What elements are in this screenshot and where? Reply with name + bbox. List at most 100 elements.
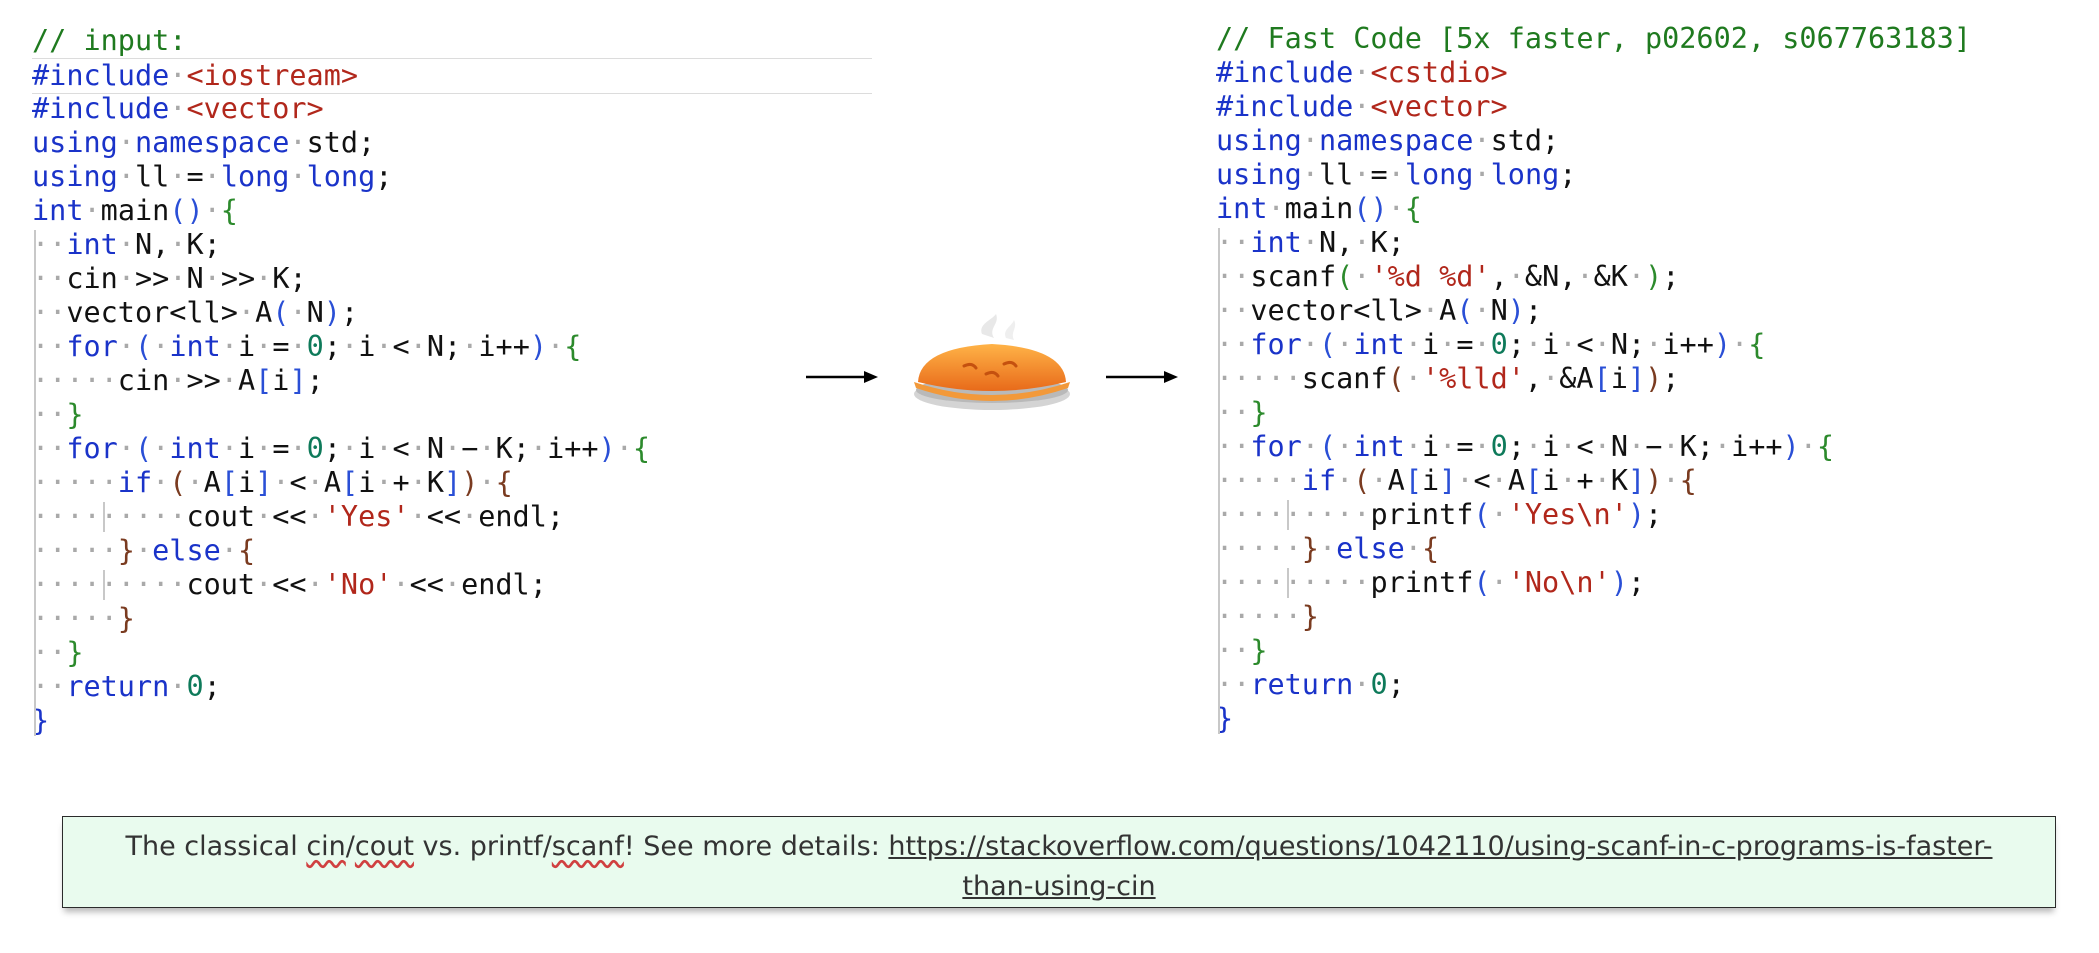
code-line: ··int·N,·K; — [1216, 226, 1405, 259]
code-token: #include — [1216, 56, 1354, 89]
code-line: ·····if·(·A[i]·<·A[i·+·K])·{ — [32, 466, 513, 499]
code-token: N, — [134, 228, 170, 261]
code-token: ; — [203, 670, 221, 703]
code-line: ··vector<ll>·A(·N); — [32, 296, 359, 329]
code-token: using — [32, 126, 118, 159]
code-token: i — [237, 330, 256, 363]
code-token: long — [220, 160, 290, 193]
code-token: < — [1576, 430, 1594, 463]
code-token: A — [1439, 294, 1457, 327]
code-token: for — [66, 330, 118, 363]
code-token: ) — [1645, 260, 1663, 293]
code-token: long — [306, 160, 376, 193]
code-line: ··for·(·int·i·=·0;·i·<·N·−·K;·i++)·{ — [32, 432, 651, 465]
right-arrow-icon — [806, 371, 878, 383]
code-token: endl; — [461, 568, 547, 601]
code-token: } — [66, 398, 84, 431]
code-line: ·········cout·<<·'No'·<<·endl; — [32, 568, 547, 601]
code-token: = — [186, 160, 204, 193]
code-token: ) — [1645, 362, 1663, 395]
code-token: 0 — [186, 670, 204, 703]
code-token: i — [237, 466, 256, 499]
code-token: int — [1250, 226, 1302, 259]
code-token: main — [100, 194, 170, 227]
code-line: ··} — [1216, 634, 1268, 667]
code-token: } — [1250, 396, 1268, 429]
code-token: { — [1404, 192, 1422, 225]
code-line: ··} — [1216, 396, 1268, 429]
code-token: i++ — [1662, 328, 1714, 361]
code-token: N — [186, 262, 204, 295]
code-token: [ — [1404, 464, 1422, 497]
code-token: N — [1610, 430, 1629, 463]
indent-guide — [1286, 568, 1289, 598]
code-token: cin — [117, 364, 170, 397]
code-token: [ — [341, 466, 359, 499]
code-token: long — [1404, 158, 1474, 191]
code-line: ··int·N,·K; — [32, 228, 221, 261]
code-line: } — [1216, 702, 2096, 736]
code-token: { — [1816, 430, 1835, 463]
code-line: // input: — [32, 24, 872, 58]
code-token: { — [220, 194, 238, 227]
code-token: = — [1456, 328, 1474, 361]
code-token: ( — [272, 296, 290, 329]
code-token: ; — [375, 160, 393, 193]
code-token: ] — [1439, 464, 1457, 497]
code-token: #include — [32, 59, 170, 92]
code-token: namespace — [134, 126, 290, 159]
code-token: ) — [598, 432, 616, 465]
code-line: #include·<cstdio> — [1216, 56, 1508, 89]
code-token: ] — [289, 364, 307, 397]
code-token: ( — [1456, 294, 1474, 327]
code-token: { — [1748, 328, 1766, 361]
code-token: int — [169, 432, 221, 465]
code-token: return — [1250, 668, 1354, 701]
code-token: 0 — [1370, 668, 1388, 701]
code-token: ; — [1387, 668, 1405, 701]
code-token: <iostream> — [186, 59, 359, 92]
code-token: ) — [1782, 430, 1800, 463]
code-line: ·········printf(·'Yes\n'); — [1216, 498, 1663, 531]
code-token: <vector> — [186, 92, 324, 125]
code-token: < — [392, 432, 410, 465]
code-token: } — [1301, 600, 1319, 633]
code-line: ·····} — [32, 602, 135, 635]
code-token: << — [272, 500, 307, 533]
code-token: } — [1301, 532, 1319, 565]
code-token: i++ — [547, 432, 599, 465]
code-token: } — [117, 602, 135, 635]
code-token: <vector> — [1370, 90, 1508, 123]
code-line: ·····if·(·A[i]·<·A[i·+·K])·{ — [1216, 464, 1697, 497]
code-token: < — [1473, 464, 1491, 497]
code-token: } — [117, 534, 135, 567]
code-token: i — [237, 432, 256, 465]
code-token: ; — [1645, 498, 1663, 531]
code-line: // Fast Code [5x faster, p02602, s067763… — [1216, 22, 2096, 56]
code-line: #include·<vector> — [1216, 90, 1508, 123]
code-line: ··vector<ll>·A(·N); — [1216, 294, 1543, 327]
note-text: The classical — [125, 831, 307, 862]
code-line: ·········printf(·'No\n'); — [1216, 566, 1646, 599]
right-arrow-icon — [1106, 371, 1178, 383]
code-token: () — [1353, 192, 1388, 225]
code-token: ( — [1387, 362, 1405, 395]
code-token: i — [358, 330, 376, 363]
code-token: i — [1542, 328, 1560, 361]
code-token: i — [1542, 464, 1560, 497]
code-token: i — [1610, 362, 1628, 395]
code-token: >> — [220, 262, 256, 295]
code-token: [ — [220, 466, 238, 499]
pie-icon — [914, 314, 1070, 410]
code-token: vector<ll> — [1250, 294, 1422, 327]
code-token: i — [358, 432, 376, 465]
code-token: ( — [1318, 328, 1337, 361]
code-token: long — [1490, 158, 1560, 191]
stackoverflow-link[interactable]: https://stackoverflow.com/questions/1042… — [888, 831, 1992, 902]
code-token: = — [272, 432, 290, 465]
code-line: ··scanf(·'%d %d',·&N,·&K·); — [1216, 260, 1680, 293]
code-token: ll — [134, 160, 170, 193]
code-token: ; — [1507, 430, 1526, 463]
code-token: = — [1370, 158, 1388, 191]
code-token: &N, — [1524, 260, 1577, 293]
